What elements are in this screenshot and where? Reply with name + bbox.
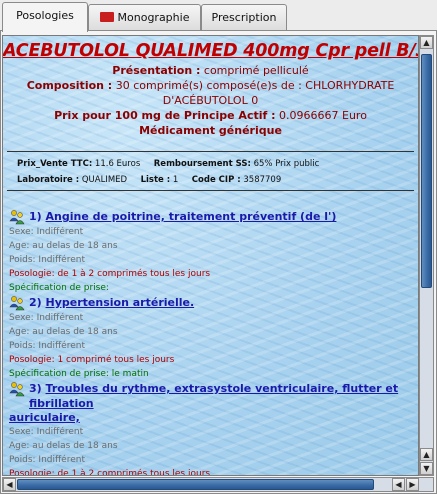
indication-header[interactable]: 1) Angine de poitrine, traitement préven…	[9, 209, 418, 225]
prix-vente-label: Prix_Vente TTC:	[17, 159, 93, 169]
scroll-left-button-right[interactable]: ◀	[392, 478, 405, 491]
vertical-scrollbar[interactable]: ▲ ▲ ▼	[419, 35, 434, 476]
posologie-line: Posologie: de 1 à 2 comprimés tous les j…	[9, 469, 211, 476]
tab-posologies-label: Posologies	[16, 9, 74, 22]
tab-posologies[interactable]: Posologies	[2, 2, 88, 32]
prix-value: 0.0966667 Euro	[279, 109, 367, 122]
specification-line: Spécification de prise:	[9, 283, 109, 293]
poids-line: Poids: Indifférent	[9, 455, 85, 465]
laboratoire-label: Laboratoire :	[17, 175, 80, 185]
scroll-up-button[interactable]: ▲	[420, 36, 433, 49]
posologie-line: Posologie: 1 comprimé tous les jours	[9, 355, 175, 365]
age-line: Age: au delas de 18 ans	[9, 241, 118, 251]
prix-vente-value: 11.6 Euros	[94, 159, 141, 169]
prix-label: Prix pour 100 mg de Principe Actif :	[54, 109, 276, 122]
cip-value: 3587709	[243, 175, 282, 185]
indication-number: 3)	[29, 382, 42, 395]
scroll-left-button[interactable]: ◀	[3, 478, 16, 491]
drug-title: ACEBUTOLOL QUALIMED 400mg Cpr pell B/30	[3, 41, 419, 61]
liste-value: 1	[172, 175, 179, 185]
indication-number: 2)	[29, 296, 42, 309]
people-icon	[9, 210, 25, 225]
composition-label: Composition :	[26, 79, 113, 92]
prix-line: Prix pour 100 mg de Principe Actif : 0.0…	[3, 108, 418, 123]
people-icon	[9, 296, 25, 311]
sexe-line: Sexe: Indifférent	[9, 227, 84, 237]
cip-label: Code CIP :	[191, 175, 241, 185]
remboursement-label: Remboursement SS:	[153, 159, 251, 169]
composition-line: Composition : 30 comprimé(s) composé(e)s…	[3, 78, 418, 93]
indication-item: 2) Hypertension artérielle. Sexe: Indiff…	[9, 295, 418, 381]
arrow-up-icon: ▲	[423, 38, 430, 47]
vertical-scroll-thumb[interactable]	[421, 54, 432, 288]
generic-label: Médicament générique	[139, 124, 282, 137]
sexe-line: Sexe: Indifférent	[9, 427, 84, 437]
age-line: Age: au delas de 18 ans	[9, 441, 118, 451]
indication-item: 3) Troubles du rythme, extrasystole vent…	[9, 381, 418, 476]
people-icon	[9, 382, 25, 397]
composition-value: 30 comprimé(s) composé(e)s de : CHLORHYD…	[115, 79, 395, 92]
composition-line-2: D'ACÉBUTOLOL 0	[162, 94, 259, 107]
presentation-value: comprimé pelliculé	[203, 64, 309, 77]
scroll-down-button[interactable]: ▼	[420, 462, 433, 475]
indication-link[interactable]: Hypertension artérielle.	[46, 296, 195, 309]
indication-link-cont[interactable]: auriculaire,	[9, 410, 80, 425]
tab-bar: Posologies Monographie Prescription	[0, 0, 437, 32]
content-view[interactable]: ACEBUTOLOL QUALIMED 400mg Cpr pell B/30 …	[2, 35, 419, 476]
tab-monographie-label: Monographie	[117, 11, 190, 24]
sexe-line: Sexe: Indifférent	[9, 313, 84, 323]
liste-label: Liste :	[140, 175, 171, 185]
tab-prescription[interactable]: Prescription	[201, 4, 287, 31]
scroll-up-button-bottom[interactable]: ▲	[420, 448, 433, 461]
presentation-line: Présentation : comprimé pelliculé	[3, 63, 418, 78]
arrow-up-icon: ▲	[423, 450, 430, 459]
scroll-right-button[interactable]: ▶	[406, 478, 419, 491]
indication-link[interactable]: Troubles du rythme, extrasystole ventric…	[29, 382, 398, 410]
poids-line: Poids: Indifférent	[9, 341, 85, 351]
indication-header[interactable]: 3) Troubles du rythme, extrasystole vent…	[9, 381, 418, 411]
specification-line: Spécification de prise: le matin	[9, 369, 149, 379]
indication-link[interactable]: Angine de poitrine, traitement préventif…	[46, 210, 337, 223]
arrow-right-icon: ▶	[409, 480, 416, 489]
age-line: Age: au delas de 18 ans	[9, 327, 118, 337]
indication-header[interactable]: 2) Hypertension artérielle.	[9, 295, 418, 311]
lab-info-row: Laboratoire : QUALIMED Liste : 1 Code CI…	[3, 172, 418, 188]
arrow-down-icon: ▼	[423, 464, 430, 473]
presentation-label: Présentation :	[112, 64, 201, 77]
price-info-row: Prix_Vente TTC: 11.6 Euros Remboursement…	[3, 156, 418, 172]
laboratoire-value: QUALIMED	[81, 175, 128, 185]
indication-number: 1)	[29, 210, 42, 223]
tab-monographie[interactable]: Monographie	[88, 4, 201, 31]
posologie-line: Posologie: de 1 à 2 comprimés tous les j…	[9, 269, 211, 279]
arrow-left-icon: ◀	[395, 480, 402, 489]
poids-line: Poids: Indifférent	[9, 255, 85, 265]
indication-header-cont[interactable]: auriculaire,	[9, 410, 418, 425]
horizontal-scrollbar[interactable]: ◀ ◀ ▶	[2, 477, 434, 492]
horizontal-scroll-thumb[interactable]	[17, 479, 374, 490]
indication-item: 1) Angine de poitrine, traitement préven…	[9, 209, 418, 295]
vidal-icon	[99, 12, 114, 22]
tab-prescription-label: Prescription	[211, 11, 277, 24]
arrow-left-icon: ◀	[6, 480, 13, 489]
remboursement-value: 65% Prix public	[253, 159, 320, 169]
